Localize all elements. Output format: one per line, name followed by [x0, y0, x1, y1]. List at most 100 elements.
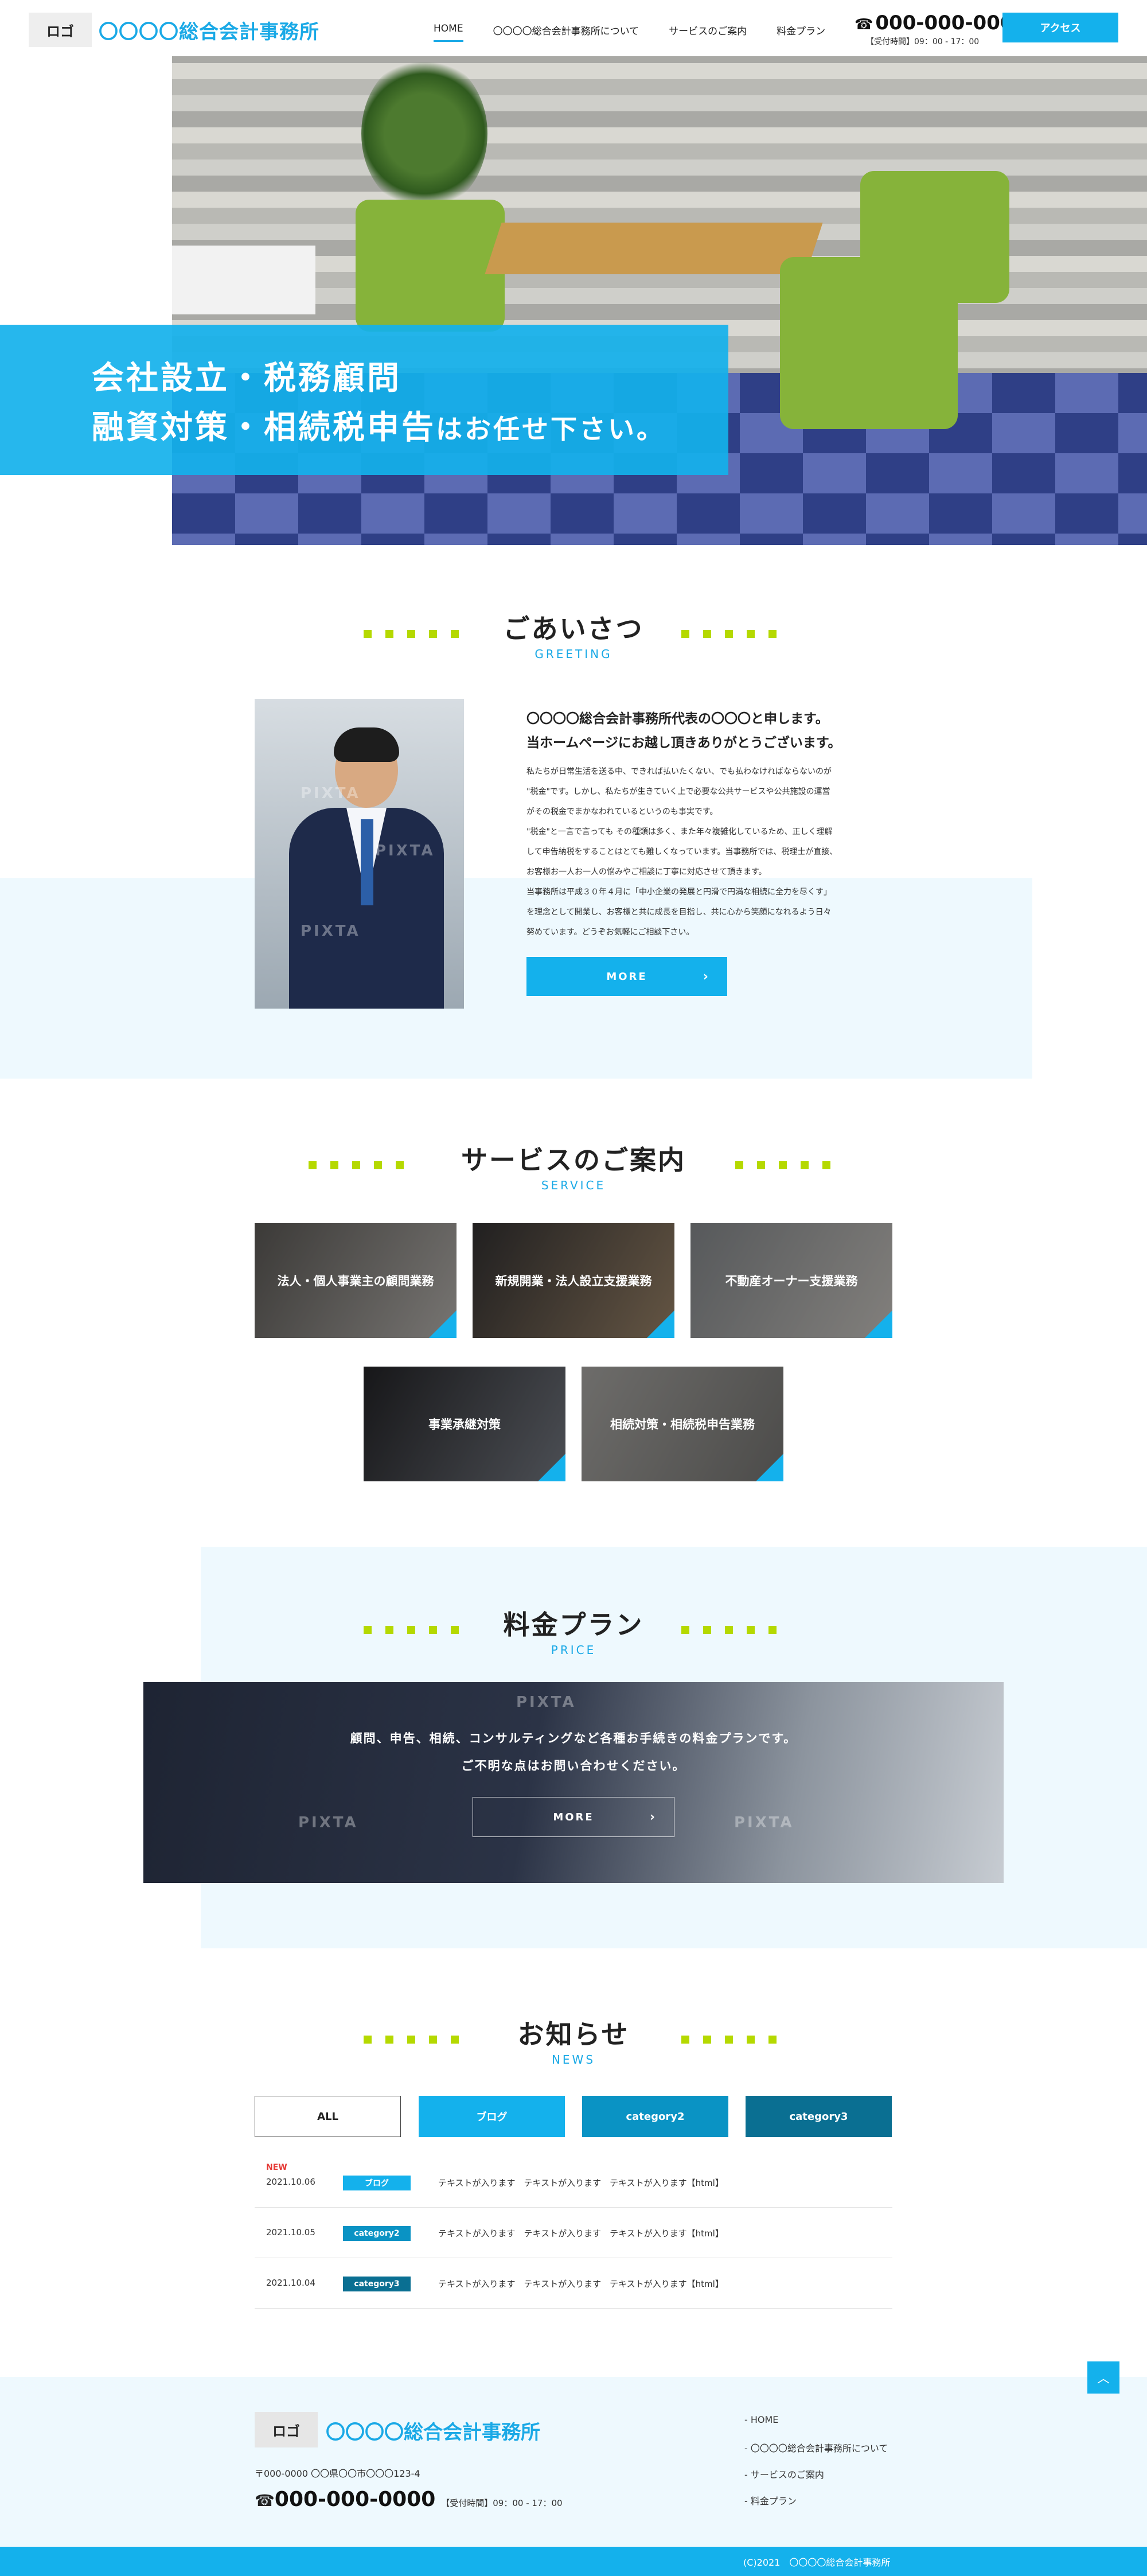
section-subtitle: NEWS — [551, 2053, 596, 2067]
news-row: 2021.10.05 category2 テキストが入ります テキストが入ります… — [255, 2208, 892, 2258]
greeting-body-line: 私たちが日常生活を送る中、できれば払いたくない、でも払わなければならないのが — [526, 767, 832, 776]
card-corner-accent — [538, 1454, 565, 1481]
site-header: ロゴ 〇〇〇〇総合会計事務所 HOME 〇〇〇〇総合会計事務所について サービス… — [0, 0, 1147, 56]
greeting-body-line: "税金"です。しかし、私たちが生きていく上で必要な公共サービスや公共施設の運営 — [526, 787, 830, 796]
logo[interactable]: ロゴ — [29, 13, 92, 47]
footer-nav-home[interactable]: - HOME — [744, 2414, 888, 2441]
site-name[interactable]: 〇〇〇〇総合会計事務所 — [99, 16, 319, 44]
greeting-body-line: がその税金でまかなわれているというのも事実です。 — [526, 807, 718, 816]
service-card-label: 事業承継対策 — [428, 1418, 501, 1431]
chevron-up-icon: ︿ — [1097, 2372, 1110, 2386]
hero-line-2-small: はお任せ下さい。 — [436, 414, 665, 445]
price-more-button[interactable]: MORE › — [473, 1797, 674, 1837]
greeting-more-button[interactable]: MORE › — [526, 957, 727, 996]
section-subtitle: GREETING — [535, 647, 612, 661]
button-label: MORE — [606, 970, 647, 983]
news-date: 2021.10.05 — [266, 2227, 315, 2238]
greeting-body-line: 努めています。どうぞお気軽にご相談下さい。 — [526, 928, 695, 937]
telephone-icon: ☎ — [855, 16, 873, 33]
copyright: (C)2021 〇〇〇〇総合会計事務所 — [743, 2557, 891, 2568]
nav-item-about[interactable]: 〇〇〇〇総合会計事務所について — [493, 23, 639, 42]
header-phone: ☎ 000-000-0000 【受付時間】09：00 - 17：00 — [855, 11, 1027, 47]
section-title: 料金プラン — [503, 1609, 644, 1640]
service-card-label: 法人・個人事業主の顧問業務 — [277, 1274, 434, 1288]
news-row: 2021.10.04 category3 テキストが入ります テキストが入ります… — [255, 2258, 892, 2309]
hero-table — [485, 223, 823, 274]
site-footer — [0, 2377, 1147, 2547]
nav-item-home[interactable]: HOME — [434, 23, 463, 42]
watermark: PIXTA — [375, 842, 435, 859]
greeting-lead-line: 〇〇〇〇総合会計事務所代表の〇〇〇と申します。 — [526, 711, 829, 726]
footer-address: 〒000-0000 〇〇県〇〇市〇〇〇123-4 — [255, 2468, 420, 2479]
card-corner-accent — [647, 1310, 674, 1338]
page-top-button[interactable]: ︿ — [1087, 2361, 1119, 2394]
news-category-tag[interactable]: ブログ — [343, 2176, 411, 2190]
news-filter-blog[interactable]: ブログ — [419, 2096, 565, 2137]
footer-hours: 【受付時間】09：00 - 17：00 — [441, 2498, 563, 2508]
hero-sofa-left — [356, 200, 505, 332]
news-category-tag[interactable]: category3 — [343, 2277, 411, 2291]
hero-plant — [361, 56, 487, 211]
greeting-body-line: して申告納税をすることはとても難しくなっています。当事務所では、税理士が直接、 — [526, 847, 838, 857]
news-title-link[interactable]: テキストが入ります テキストが入ります テキストが入ります【html】 — [438, 2278, 724, 2290]
price-description-1: 顧問、申告、相続、コンサルティングなど各種お手続きの料金プランです。 — [350, 1731, 797, 1745]
greeting-body: 私たちが日常生活を送る中、できれば払いたくない、でも払わなければならないのが "… — [526, 762, 894, 943]
service-card-label: 相続対策・相続税申告業務 — [610, 1418, 755, 1431]
hero-line-2-main: 融資対策・相続税申告 — [92, 409, 436, 446]
news-filter-all[interactable]: ALL — [255, 2096, 401, 2137]
chevron-right-icon: › — [649, 1810, 657, 1824]
telephone-icon: ☎ — [255, 2491, 275, 2510]
footer-nav-service[interactable]: - サービスのご案内 — [744, 2467, 888, 2493]
service-card-label: 新規開業・法人設立支援業務 — [495, 1274, 652, 1288]
price-heading: 料金プラン PRICE — [0, 1604, 1147, 1657]
nav-item-service[interactable]: サービスのご案内 — [669, 23, 747, 42]
footer-phone: ☎000-000-0000 【受付時間】09：00 - 17：00 — [255, 2488, 563, 2511]
service-card-succession[interactable]: 事業承継対策 — [364, 1367, 565, 1481]
footer-nav: - HOME - 〇〇〇〇総合会計事務所について - サービスのご案内 - 料金… — [744, 2414, 888, 2520]
footer-site-name[interactable]: 〇〇〇〇総合会計事務所 — [326, 2417, 540, 2445]
hero-line-1: 会社設立・税務顧問 — [92, 360, 401, 397]
footer-nav-price[interactable]: - 料金プラン — [744, 2493, 888, 2520]
greeting-body-line: お客様お一人お一人の悩みやご相談に丁寧に対応させて頂きます。 — [526, 867, 767, 877]
watermark: PIXTA — [301, 785, 361, 802]
news-title-link[interactable]: テキストが入ります テキストが入ります テキストが入ります【html】 — [438, 2227, 724, 2239]
watermark: PIXTA — [301, 923, 361, 940]
hero-line-2: 融資対策・相続税申告はお任せ下さい。 — [92, 402, 665, 448]
service-heading: サービスのご案内 SERVICE — [0, 1139, 1147, 1192]
news-date: 2021.10.06 — [266, 2177, 315, 2187]
card-corner-accent — [865, 1310, 892, 1338]
service-card-real-estate[interactable]: 不動産オーナー支援業務 — [690, 1223, 892, 1338]
nav-item-price[interactable]: 料金プラン — [777, 23, 825, 42]
card-corner-accent — [429, 1310, 457, 1338]
service-card-inheritance[interactable]: 相続対策・相続税申告業務 — [582, 1367, 783, 1481]
hero-sofa-back — [860, 171, 1009, 303]
button-label: MORE — [553, 1811, 594, 1823]
section-title: ごあいさつ — [503, 613, 644, 644]
representative-photo: PIXTA PIXTA PIXTA — [255, 699, 464, 1009]
copyright-bar: (C)2021 〇〇〇〇総合会計事務所 — [0, 2547, 1147, 2576]
service-card-advisory[interactable]: 法人・個人事業主の顧問業務 — [255, 1223, 457, 1338]
footer-nav-about[interactable]: - 〇〇〇〇総合会計事務所について — [744, 2441, 888, 2467]
greeting-body-line: を理念として開業し、お客様と共に成長を目指し、共に心から笑顔になれるよう日々 — [526, 908, 832, 917]
news-filter-category2[interactable]: category2 — [582, 2096, 728, 2137]
news-category-tag[interactable]: category2 — [343, 2226, 411, 2241]
footer-phone-number[interactable]: 000-000-0000 — [275, 2488, 435, 2511]
section-subtitle: SERVICE — [541, 1178, 606, 1192]
greeting-body-line: "税金"と一言で言っても その種類は多く、また年々複雑化しているため、正しく理解 — [526, 827, 833, 836]
price-description-2: ご不明な点はお問い合わせください。 — [461, 1759, 686, 1773]
service-card-startup[interactable]: 新規開業・法人設立支援業務 — [473, 1223, 674, 1338]
greeting-lead: 〇〇〇〇総合会計事務所代表の〇〇〇と申します。 当ホームページにお越し頂きありが… — [526, 707, 841, 755]
news-heading: お知らせ NEWS — [0, 2014, 1147, 2067]
service-card-label: 不動産オーナー支援業務 — [725, 1274, 858, 1288]
news-filter-category3[interactable]: category3 — [746, 2096, 892, 2137]
news-title-link[interactable]: テキストが入ります テキストが入ります テキストが入ります【html】 — [438, 2177, 724, 2189]
greeting-body-line: 当事務所は平成３０年４月に「中小企業の発展と円滑で円満な相続に全力を尽くす」 — [526, 888, 832, 897]
greeting-heading: ごあいさつ GREETING — [0, 608, 1147, 661]
footer-logo[interactable]: ロゴ — [255, 2412, 318, 2447]
watermark: PIXTA — [298, 1814, 358, 1831]
access-button[interactable]: アクセス — [1002, 13, 1118, 42]
section-title: サービスのご案内 — [461, 1145, 686, 1176]
watermark: PIXTA — [734, 1814, 794, 1831]
new-badge: NEW — [266, 2163, 287, 2172]
price-banner: PIXTA PIXTA PIXTA 顧問、申告、相続、コンサルティングなど各種お… — [143, 1682, 1004, 1883]
